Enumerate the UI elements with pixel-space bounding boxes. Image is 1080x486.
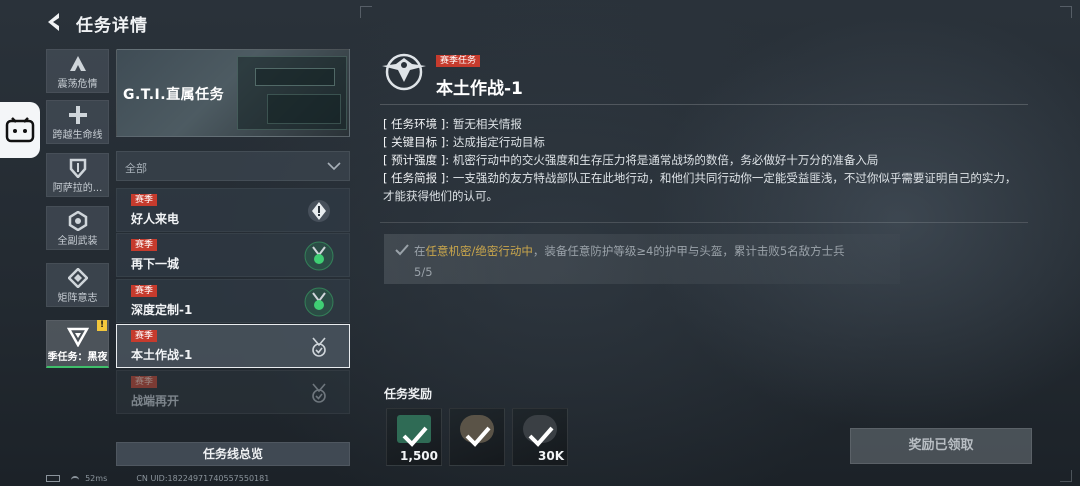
- objective-progress: 5/5: [414, 265, 433, 279]
- info-value: 达成指定行动目标: [452, 135, 545, 149]
- mission-name: 本土作战-1: [131, 348, 193, 362]
- reward-claimed-button[interactable]: 奖励已领取: [850, 428, 1032, 464]
- mission-filter-dropdown[interactable]: 全部: [116, 151, 350, 181]
- medal-icon: [303, 286, 335, 318]
- objective-prefix: 在: [414, 244, 426, 258]
- info-key: [ 任务简报 ]:: [383, 171, 450, 185]
- category-label: 全副武装: [57, 236, 98, 247]
- reward-item[interactable]: [449, 408, 505, 466]
- category-tab-5[interactable]: 矩阵意志: [46, 263, 109, 307]
- back-arrow-icon: [48, 13, 59, 31]
- chevron-down-icon: [327, 162, 341, 171]
- rewards-label: 任务奖励: [384, 387, 433, 401]
- hud-corner: [360, 6, 372, 18]
- mission-name: 再下一城: [131, 257, 180, 271]
- mission-item[interactable]: 赛季 好人来电: [116, 188, 350, 232]
- claimed-check-icon: [402, 426, 428, 447]
- medal-icon: [303, 240, 335, 272]
- category-tab-1[interactable]: 震荡危情: [46, 49, 109, 93]
- shield-icon: [67, 158, 89, 178]
- info-value: 一支强劲的友方特战部队正在此地行动，和他们共同行动你一定能受益匪浅，不过你似乎需…: [383, 171, 1017, 203]
- crate-image: [267, 94, 341, 124]
- season-tag: 赛季: [131, 285, 158, 297]
- mission-item-locked[interactable]: 赛季 战端再开: [116, 370, 350, 414]
- completed-medal-icon: [303, 331, 335, 363]
- cross-icon: [67, 105, 89, 125]
- status-bar: 52ms CN UID:18224971740557550181: [46, 474, 346, 486]
- reward-count: 1,500: [400, 449, 438, 463]
- info-row: [ 任务环境 ]: 暂无相关情报: [383, 115, 1023, 133]
- battery-icon: [46, 475, 60, 482]
- category-label: 阿萨拉的...: [52, 183, 103, 194]
- mission-objective: 在任意机密/绝密行动中，装备任意防护等级≥4的护甲与头盔，累计击败5名敌方士兵 …: [384, 234, 900, 284]
- season-mission-tag: 赛季任务: [436, 55, 481, 67]
- assistant-face-icon: [5, 117, 35, 143]
- reward-item[interactable]: 1,500: [386, 408, 442, 466]
- category-label: 跨越生命线: [52, 130, 103, 141]
- banner-title: G.T.I.直属任务: [123, 87, 225, 103]
- mission-name: 好人来电: [131, 212, 180, 226]
- back-button[interactable]: [44, 10, 66, 34]
- objective-text: 在任意机密/绝密行动中，装备任意防护等级≥4的护甲与头盔，累计击败5名敌方士兵: [414, 243, 845, 259]
- floating-assistant-button[interactable]: [0, 102, 40, 158]
- triangle-emblem-icon: [66, 327, 89, 347]
- eagle-emblem-icon: [380, 52, 428, 92]
- divider: [380, 222, 1028, 223]
- objective-suffix: ，装备任意防护等级≥4的护甲与头盔，累计击败5名敌方士兵: [532, 244, 845, 258]
- season-tag: 赛季: [131, 194, 158, 206]
- alert-icon: [303, 195, 335, 227]
- ping-value: 52ms: [85, 474, 108, 483]
- info-value: 暂无相关情报: [452, 117, 522, 131]
- check-icon: [395, 244, 409, 256]
- ring-emblem-icon: [67, 211, 89, 231]
- category-label: 矩阵意志: [57, 293, 98, 304]
- claimed-check-icon: [465, 426, 491, 447]
- info-row: [ 关键目标 ]: 达成指定行动目标: [383, 133, 1023, 151]
- category-label: 震荡危情: [57, 79, 98, 90]
- info-value: 机密行动中的交火强度和生存压力将是通常战场的数倍，务必做好十万分的准备入局: [452, 153, 879, 167]
- stacked-chevron-icon: [67, 54, 89, 74]
- reward-count: 30K: [538, 449, 564, 463]
- category-tab-4[interactable]: 全副武装: [46, 206, 109, 250]
- season-tag: 赛季: [131, 239, 158, 251]
- info-key: [ 任务环境 ]:: [383, 117, 450, 131]
- mission-item-selected[interactable]: 赛季 本土作战-1: [116, 324, 350, 368]
- category-tab-3[interactable]: 阿萨拉的...: [46, 153, 109, 197]
- hud-corner: [1060, 470, 1072, 482]
- info-row: [ 预计强度 ]: 机密行动中的交火强度和生存压力将是通常战场的数倍，务必做好十…: [383, 151, 1023, 169]
- mission-info: [ 任务环境 ]: 暂无相关情报 [ 关键目标 ]: 达成指定行动目标 [ 预计…: [383, 115, 1023, 205]
- mission-title: 本土作战-1: [436, 79, 523, 99]
- info-row: [ 任务简报 ]: 一支强劲的友方特战部队正在此地行动，和他们共同行动你一定能受…: [383, 169, 1023, 205]
- mission-name: 深度定制-1: [131, 303, 193, 317]
- category-tab-2[interactable]: 跨越生命线: [46, 100, 109, 144]
- category-label: 赛季任务：黑夜: [47, 352, 108, 363]
- mission-item[interactable]: 赛季 深度定制-1: [116, 279, 350, 323]
- mission-line-overview-button[interactable]: 任务线总览: [116, 442, 350, 466]
- category-tab-6[interactable]: 赛季任务：黑夜 !: [46, 320, 109, 368]
- locked-medal-icon: [303, 377, 335, 409]
- claimed-check-icon: [528, 426, 554, 447]
- season-tag: 赛季: [131, 376, 158, 388]
- season-tag: 赛季: [131, 330, 158, 342]
- filter-selected-value: 全部: [125, 162, 147, 175]
- alert-badge: !: [97, 320, 107, 331]
- divider: [380, 104, 1028, 105]
- page-title: 任务详情: [76, 16, 148, 36]
- mission-name: 战端再开: [131, 394, 180, 408]
- diamond-arrows-icon: [67, 268, 89, 288]
- mission-line-banner: G.T.I.直属任务: [116, 49, 350, 137]
- objective-highlight: 任意机密/绝密行动中: [425, 244, 533, 258]
- reward-item[interactable]: 30K: [512, 408, 568, 466]
- hud-corner: [1060, 6, 1072, 18]
- crate-image: [255, 68, 335, 86]
- info-key: [ 关键目标 ]:: [383, 135, 450, 149]
- mission-item[interactable]: 赛季 再下一城: [116, 233, 350, 277]
- info-key: [ 预计强度 ]:: [383, 153, 450, 167]
- user-uid: CN UID:18224971740557550181: [136, 474, 270, 483]
- wifi-icon: [70, 475, 79, 482]
